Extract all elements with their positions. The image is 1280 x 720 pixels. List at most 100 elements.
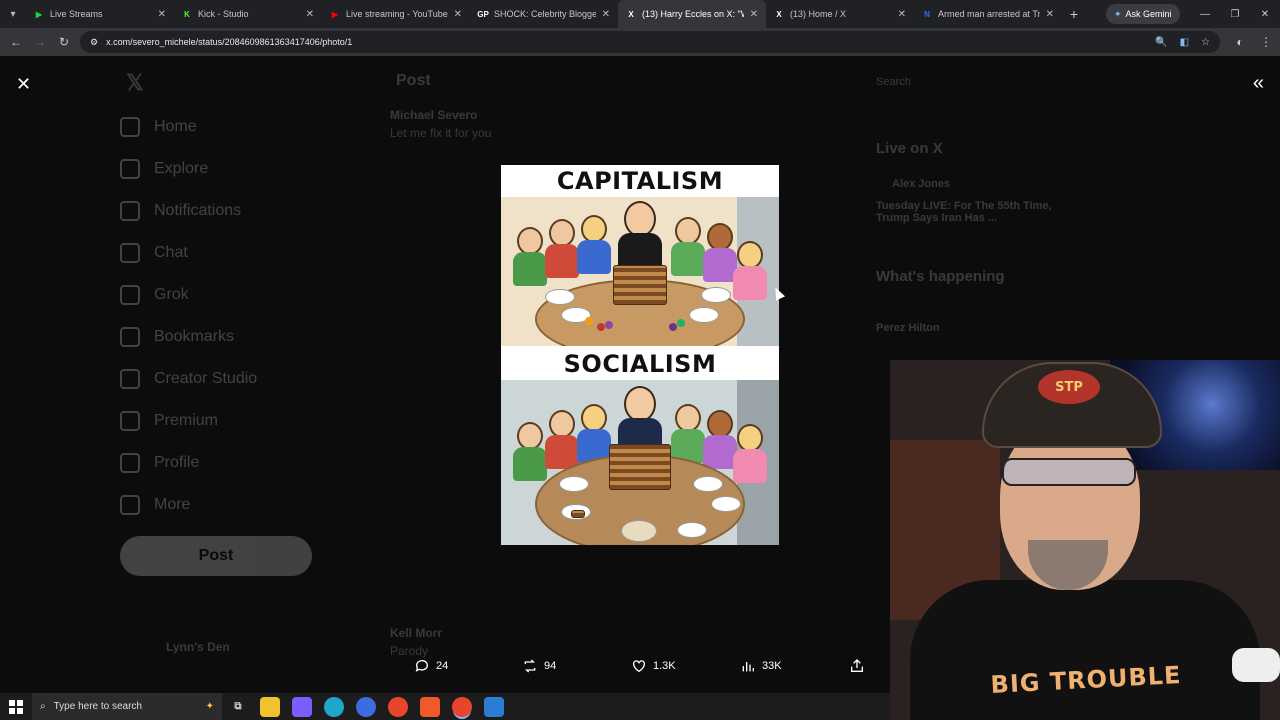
browser-tab[interactable]: ▶ Live Streams ✕ [26, 0, 174, 28]
background-live-host: Alex Jones [892, 178, 951, 190]
browser-tab[interactable]: X (13) Home / X ✕ [766, 0, 914, 28]
browser-menu-icon[interactable]: ⋮ [1254, 35, 1278, 49]
nav-item-icon [120, 201, 140, 221]
windows-logo-icon [9, 699, 23, 714]
task-view-icon[interactable]: ⧉ [228, 697, 248, 717]
like-button[interactable]: 1.3K [631, 658, 676, 674]
webcam-overlay: STP BIG TROUBLE [890, 360, 1280, 720]
gemini-icon: ✦ [1114, 8, 1122, 19]
nav-item-label: Bookmarks [154, 328, 235, 345]
nav-item-label: Grok [154, 286, 189, 303]
background-live-heading: Live on X [876, 140, 943, 157]
nav-item-icon [120, 369, 140, 389]
repost-button[interactable]: 94 [522, 658, 556, 674]
background-nav-item: Bookmarks [120, 316, 320, 358]
browser-tab[interactable]: N Armed man arrested at Tru ✕ [914, 0, 1062, 28]
windows-start-button[interactable] [0, 693, 32, 720]
site-info-icon[interactable]: ⚙ [90, 37, 98, 48]
chrome-active-icon[interactable] [452, 696, 472, 717]
reply-count: 24 [436, 660, 449, 672]
background-nav-item: Notifications [120, 190, 320, 232]
nav-item-label: Creator Studio [154, 370, 258, 387]
tab-title: Armed man arrested at Tru [938, 9, 1040, 19]
nav-item-label: More [154, 496, 191, 513]
close-window-button[interactable]: ✕ [1250, 0, 1280, 28]
search-icon: ⌕ [40, 701, 46, 712]
extension-icon[interactable]: ◧ [1180, 37, 1189, 48]
url-field[interactable]: ⚙ x.com/severo_michele/status/2084609861… [80, 31, 1220, 53]
nav-item-icon [120, 495, 140, 515]
views-button[interactable]: 33K [740, 658, 782, 674]
reload-icon[interactable]: ↻ [52, 35, 76, 49]
close-viewer-icon[interactable]: ✕ [16, 74, 31, 95]
tab-title: (13) Harry Eccles on X: "Wh [642, 9, 744, 19]
tab-close-icon[interactable]: ✕ [602, 9, 610, 20]
heart-icon [633, 660, 645, 673]
tab-favicon-icon: ▶ [331, 9, 339, 19]
post-image[interactable]: CAPITALISM SOCIALISM [501, 165, 779, 545]
tab-favicon-icon: X [776, 9, 782, 19]
tab-search-icon[interactable]: ▾ [0, 0, 26, 28]
copilot-icon[interactable] [292, 696, 312, 717]
nav-item-label: Profile [154, 454, 200, 471]
tab-close-icon[interactable]: ✕ [306, 9, 314, 20]
nav-list: Home Explore Notifications Chat Grok Bookmark… [120, 106, 320, 526]
tab-favicon-icon: X [628, 9, 634, 19]
brave-icon[interactable] [420, 696, 440, 717]
views-icon [742, 662, 754, 672]
tab-close-icon[interactable]: ✕ [1046, 9, 1054, 20]
tab-close-icon[interactable]: ✕ [750, 9, 758, 20]
tab-close-icon[interactable]: ✕ [158, 9, 166, 20]
url-text: x.com/severo_michele/status/208460986136… [106, 37, 353, 47]
zoom-icon[interactable]: 🔍 [1155, 37, 1167, 48]
capitalism-title: CAPITALISM [556, 167, 724, 195]
nav-item-icon [120, 411, 140, 431]
share-button[interactable] [849, 658, 865, 674]
tab-title: (13) Home / X [790, 9, 847, 19]
webcam-shirt [910, 580, 1260, 720]
like-count: 1.3K [653, 660, 676, 672]
bookmark-star-icon[interactable]: ☆ [1201, 37, 1210, 48]
tab-close-icon[interactable]: ✕ [898, 9, 906, 20]
address-bar-row: ← → ↻ ⚙ x.com/severo_michele/status/2084… [0, 28, 1280, 56]
tab-title: Live streaming - YouTube St [346, 9, 448, 19]
back-icon[interactable]: ← [4, 35, 28, 49]
windows-taskbar: ⌕ Type here to search ✦ ⧉ [0, 693, 890, 720]
edge-icon[interactable] [324, 696, 344, 717]
tab-favicon-icon: K [184, 9, 190, 19]
tab-close-icon[interactable]: ✕ [454, 9, 462, 20]
background-nav-item: Creator Studio [120, 358, 320, 400]
profile-avatar[interactable]: ◐ [1228, 35, 1252, 49]
browser-tab[interactable]: X (13) Harry Eccles on X: "Wh ✕ [618, 0, 766, 28]
socialism-scene [501, 380, 779, 545]
arc-browser-icon[interactable] [356, 696, 376, 717]
webcam-mug [1232, 648, 1280, 682]
browser-tab[interactable]: ▶ Live streaming - YouTube St ✕ [322, 0, 470, 28]
minimize-button[interactable]: — [1190, 0, 1220, 28]
background-sidebar: Home Explore Notifications Chat Grok Bookmark… [120, 106, 320, 576]
reply-button[interactable]: 24 [414, 658, 448, 674]
streaming-app-icon[interactable] [484, 696, 504, 717]
browser-tab[interactable]: GP SHOCK: Celebrity Blogger P ✕ [470, 0, 618, 28]
background-live-title: Tuesday LIVE: For The 55th Time, Trump S… [876, 200, 1052, 224]
collapse-panel-icon[interactable]: « [1253, 72, 1264, 95]
chrome-icon[interactable] [388, 696, 408, 717]
restore-button[interactable]: ❐ [1220, 0, 1250, 28]
taskbar-search-box[interactable]: ⌕ Type here to search ✦ [32, 693, 222, 720]
browser-tab-bar: ▾ ▶ Live Streams ✕ K Kick - Studio ✕ ▶ Live str… [0, 0, 1280, 28]
ask-gemini-button[interactable]: ✦ Ask Gemini [1106, 4, 1180, 24]
browser-tab[interactable]: K Kick - Studio ✕ [174, 0, 322, 28]
new-tab-button[interactable]: + [1062, 6, 1086, 22]
nav-item-label: Premium [154, 412, 219, 429]
nav-item-icon [120, 243, 140, 263]
engagement-bar: 24 94 1.3K 33K [0, 650, 890, 690]
tab-title: Kick - Studio [198, 9, 249, 19]
taskbar-search-placeholder: Type here to search [53, 701, 142, 712]
forward-icon[interactable]: → [28, 35, 52, 49]
repost-count: 94 [544, 660, 557, 672]
file-explorer-icon[interactable] [260, 696, 280, 717]
background-nav-item: Explore [120, 148, 320, 190]
ask-gemini-label: Ask Gemini [1125, 9, 1172, 19]
background-trend: Perez Hilton [876, 322, 940, 334]
capitalism-scene [501, 197, 779, 346]
